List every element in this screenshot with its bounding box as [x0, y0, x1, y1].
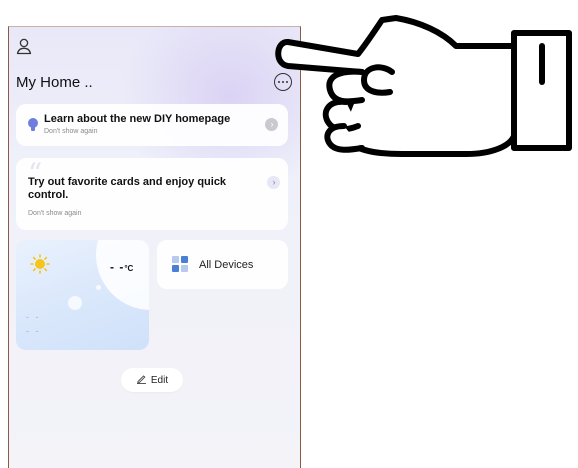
temperature-value: - -°C [110, 260, 133, 274]
dont-show-again-link[interactable]: Don't show again [28, 210, 81, 217]
edit-button[interactable]: Edit [121, 368, 183, 392]
temperature-number: - - [110, 260, 125, 274]
user-icon[interactable] [15, 37, 33, 55]
edit-label: Edit [150, 374, 169, 386]
banner-title: Learn about the new DIY homepage [44, 113, 231, 125]
pointing-hand-icon [270, 8, 575, 158]
weather-card[interactable]: - -°C - - - - [16, 240, 149, 350]
weather-backdrop [68, 296, 82, 310]
app-screen: My Home .. Learn about the new DIY homep… [8, 26, 301, 468]
weather-detail: - - [26, 326, 41, 336]
device-grid-icon [172, 256, 188, 272]
chevron-right-icon[interactable]: › [267, 176, 280, 189]
weather-detail: - - [26, 312, 41, 322]
weather-backdrop [96, 240, 149, 310]
all-devices-card[interactable]: All Devices [157, 240, 288, 289]
edit-pencil-icon [136, 371, 147, 389]
home-selector[interactable]: My Home .. [16, 74, 93, 91]
dont-show-again-link[interactable]: Don't show again [44, 128, 97, 135]
sun-icon [30, 254, 50, 274]
home-header: My Home .. [16, 71, 292, 93]
diy-homepage-banner[interactable]: Learn about the new DIY homepage Don't s… [16, 104, 288, 146]
weather-backdrop [96, 285, 101, 290]
all-devices-label: All Devices [199, 259, 254, 271]
temperature-unit: °C [124, 264, 134, 273]
favorite-cards-banner[interactable]: “ Try out favorite cards and enjoy quick… [16, 158, 288, 230]
banner-title: Try out favorite cards and enjoy quick c… [28, 176, 227, 201]
lightbulb-icon [27, 117, 39, 133]
